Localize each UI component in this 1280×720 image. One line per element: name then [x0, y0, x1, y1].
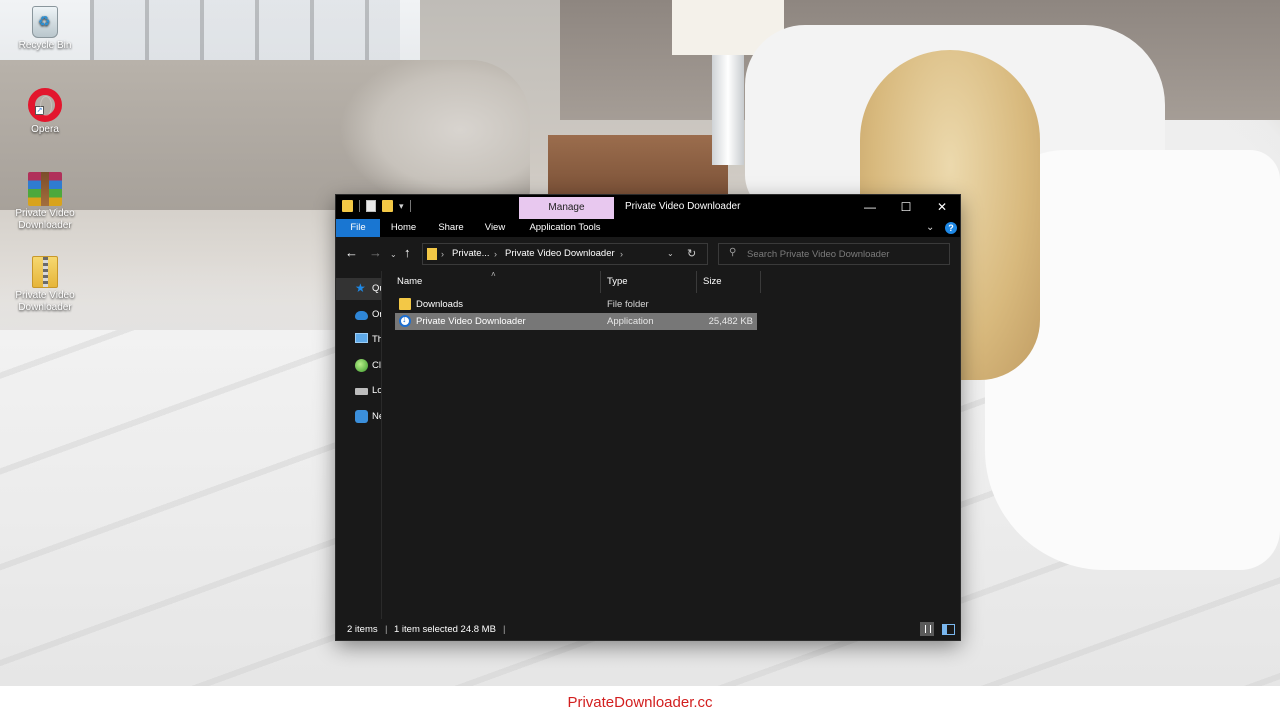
- zip-folder-icon: [32, 256, 58, 288]
- tab-application-tools[interactable]: Application Tools: [526, 219, 604, 237]
- quick-access-toolbar: ▾: [342, 200, 411, 212]
- item-count: 2 items: [347, 624, 378, 635]
- maximize-button[interactable]: ☐: [888, 195, 924, 219]
- nav-item-label: Cl: [372, 360, 381, 371]
- file-type: File folder: [607, 299, 649, 310]
- column-header-label: Type: [607, 276, 628, 287]
- nav-item-this-pc[interactable]: Th: [336, 329, 382, 351]
- folder-icon: [427, 248, 437, 260]
- column-header-type[interactable]: Type: [601, 271, 697, 293]
- status-divider: |: [385, 624, 388, 635]
- desktop-icon-label: Private Video Downloader: [15, 208, 75, 231]
- desktop-icon-pvd-archive[interactable]: Private Video Downloader: [5, 172, 85, 232]
- nav-item-label: Ne: [372, 411, 381, 422]
- nav-item-label: Qu: [372, 283, 381, 294]
- nav-item-onedrive[interactable]: On: [336, 304, 381, 326]
- column-header-label: Size: [703, 276, 722, 287]
- search-icon: ⚲: [729, 247, 737, 258]
- opera-icon: ↗: [28, 88, 62, 122]
- tab-share[interactable]: Share: [433, 219, 469, 237]
- nav-item-quick-access[interactable]: ★ Qu: [336, 278, 381, 300]
- customize-toolbar-icon[interactable]: ▾: [399, 201, 404, 212]
- close-button[interactable]: ✕: [924, 195, 960, 219]
- column-header-label: Name: [397, 276, 423, 287]
- up-button[interactable]: ↑: [404, 246, 411, 260]
- large-icons-view-icon[interactable]: [941, 622, 955, 636]
- search-input[interactable]: [747, 244, 947, 264]
- refresh-icon[interactable]: ↻: [687, 244, 696, 264]
- window-title: Private Video Downloader: [625, 201, 741, 212]
- expand-ribbon-icon[interactable]: ⌄: [926, 219, 934, 237]
- computer-icon: [355, 333, 368, 343]
- search-box[interactable]: ⚲: [718, 243, 950, 265]
- nav-item-label: On: [372, 309, 381, 320]
- nav-item-local-disk[interactable]: Lo: [336, 380, 382, 402]
- title-bar[interactable]: ▾ Manage Private Video Downloader — ☐ ✕: [336, 195, 960, 219]
- breadcrumb-separator-icon[interactable]: ›: [441, 244, 444, 264]
- nav-item-label: Th: [372, 334, 382, 345]
- desktop-icon-label: Recycle Bin: [18, 40, 72, 51]
- ribbon-tabs: File Home Share View Application Tools ⌄…: [336, 219, 960, 237]
- recent-locations-button[interactable]: ⌄: [390, 248, 397, 262]
- back-button[interactable]: ←: [345, 246, 358, 260]
- folder-icon: [342, 200, 353, 212]
- nav-item-label: Lo: [372, 385, 382, 396]
- cloud-icon: [355, 311, 368, 320]
- column-header-name[interactable]: ˄ Name: [383, 270, 601, 293]
- help-icon[interactable]: ?: [945, 222, 957, 234]
- globe-icon: [355, 359, 368, 372]
- file-list: ˄ Name Type Size Downloads File folder P…: [383, 270, 960, 619]
- file-row-downloads[interactable]: Downloads File folder: [395, 296, 757, 313]
- sort-ascending-icon: ˄: [491, 270, 496, 279]
- star-icon: ★: [355, 281, 366, 295]
- desktop-icon-pvd-zip[interactable]: Private Video Downloader: [5, 256, 85, 314]
- file-type: Application: [607, 316, 654, 327]
- navigation-bar: ← → ⌄ ↑ › Private... › Private Video Dow…: [336, 237, 960, 271]
- manage-tab[interactable]: Manage: [519, 197, 614, 219]
- network-icon: [355, 410, 368, 423]
- website-banner: PrivateDownloader.cc: [0, 686, 1280, 720]
- address-bar[interactable]: › Private... › Private Video Downloader …: [422, 243, 708, 265]
- folder-icon: [399, 298, 411, 310]
- properties-icon[interactable]: [366, 200, 376, 212]
- desktop-icon-label: Opera: [31, 124, 59, 135]
- nav-item-cloud[interactable]: Cl: [336, 355, 381, 377]
- file-name: Downloads: [416, 299, 463, 310]
- wallpaper-lamp-base: [712, 55, 744, 165]
- navigation-pane: ★ Qu On Th Cl Lo Ne: [336, 271, 382, 619]
- details-view-icon[interactable]: [920, 622, 934, 636]
- file-size: 25,482 KB: [708, 316, 753, 327]
- forward-button[interactable]: →: [369, 246, 382, 260]
- status-divider: |: [503, 624, 506, 635]
- file-name: Private Video Downloader: [416, 316, 526, 327]
- tab-home[interactable]: Home: [386, 219, 421, 237]
- winrar-archive-icon: [28, 172, 62, 206]
- column-header-size[interactable]: Size: [697, 271, 761, 293]
- desktop-icon-opera[interactable]: ↗ Opera: [5, 88, 85, 136]
- breadcrumb-item[interactable]: Private Video Downloader: [505, 244, 615, 264]
- shortcut-arrow-icon: ↗: [35, 106, 44, 115]
- file-explorer-window: ▾ Manage Private Video Downloader — ☐ ✕ …: [336, 195, 960, 640]
- new-folder-icon[interactable]: [382, 200, 393, 212]
- tab-view[interactable]: View: [481, 219, 509, 237]
- breadcrumb-separator-icon[interactable]: ›: [620, 244, 623, 264]
- wallpaper-nightstand: [548, 135, 728, 195]
- nav-item-network[interactable]: Ne: [336, 406, 381, 428]
- breadcrumb-separator-icon[interactable]: ›: [494, 244, 497, 264]
- file-row-application[interactable]: Private Video Downloader Application 25,…: [395, 313, 757, 330]
- desktop-icon-recycle-bin[interactable]: Recycle Bin: [5, 6, 85, 52]
- selection-info: 1 item selected 24.8 MB: [394, 624, 496, 635]
- recycle-bin-icon: [32, 6, 58, 38]
- drive-icon: [355, 388, 368, 395]
- application-icon: [399, 314, 411, 327]
- address-dropdown-icon[interactable]: ⌄: [667, 244, 674, 264]
- breadcrumb-item[interactable]: Private...: [452, 244, 490, 264]
- desktop-icon-label: Private Video Downloader: [15, 290, 75, 313]
- minimize-button[interactable]: —: [852, 195, 888, 219]
- status-bar: 2 items | 1 item selected 24.8 MB |: [336, 619, 960, 640]
- tab-file[interactable]: File: [336, 219, 380, 237]
